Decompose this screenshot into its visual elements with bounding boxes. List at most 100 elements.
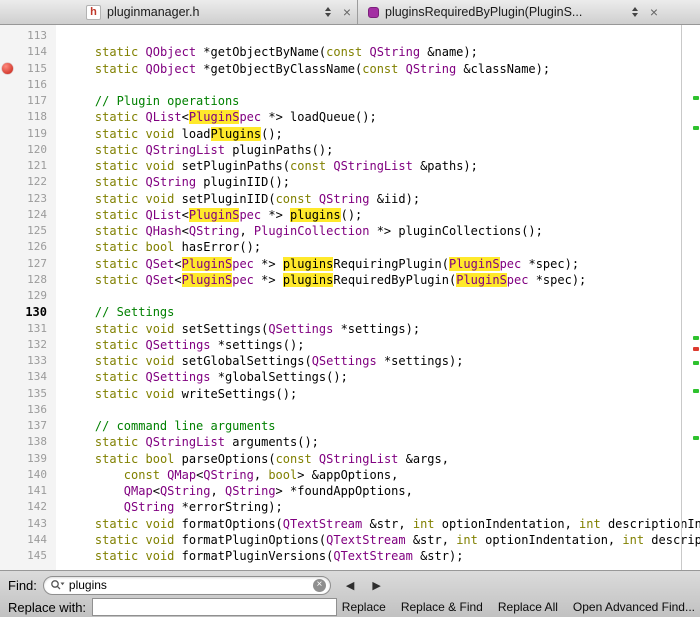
- line-number: 142: [0, 499, 56, 515]
- code-editor[interactable]: 113114 static QObject *getObjectByName(c…: [0, 25, 700, 570]
- find-label: Find:: [8, 578, 37, 593]
- find-field-wrap[interactable]: ×: [43, 576, 331, 595]
- code-line[interactable]: 119 static void loadPlugins();: [0, 126, 700, 142]
- find-buttons: Replace Replace & Find Replace All Open …: [342, 600, 700, 614]
- code-text: static QObject *getObjectByName(const QS…: [56, 44, 478, 60]
- code-line[interactable]: 118 static QList<PluginSpec *> loadQueue…: [0, 109, 700, 125]
- close-icon[interactable]: ×: [337, 5, 357, 19]
- line-number: 144: [0, 532, 56, 548]
- tab-current-symbol[interactable]: pluginsRequiredByPlugin(PluginS... ×: [358, 0, 700, 24]
- line-number: 137: [0, 418, 56, 434]
- tab-pluginmanager-h[interactable]: h pluginmanager.h ×: [0, 0, 358, 24]
- line-number: 124: [0, 207, 56, 223]
- code-text: [56, 28, 66, 44]
- editor-window: h pluginmanager.h × pluginsRequiredByPlu…: [0, 0, 700, 617]
- code-line[interactable]: 117 // Plugin operations: [0, 93, 700, 109]
- overview-ruler[interactable]: [681, 25, 700, 570]
- code-line[interactable]: 114 static QObject *getObjectByName(cons…: [0, 44, 700, 60]
- code-line[interactable]: 138 static QStringList arguments();: [0, 434, 700, 450]
- code-line[interactable]: 133 static void setGlobalSettings(QSetti…: [0, 353, 700, 369]
- line-number: 138: [0, 434, 56, 450]
- code-text: static QStringList arguments();: [56, 434, 319, 450]
- code-line[interactable]: 125 static QHash<QString, PluginCollecti…: [0, 223, 700, 239]
- code-line[interactable]: 142 QString *errorString);: [0, 499, 700, 515]
- code-line[interactable]: 134 static QSettings *globalSettings();: [0, 369, 700, 385]
- code-line[interactable]: 122 static QString pluginIID();: [0, 174, 700, 190]
- search-icon[interactable]: [50, 579, 65, 591]
- open-advanced-find-button[interactable]: Open Advanced Find...: [573, 600, 695, 614]
- close-icon[interactable]: ×: [644, 5, 664, 19]
- line-number: 120: [0, 142, 56, 158]
- code-line[interactable]: 120 static QStringList pluginPaths();: [0, 142, 700, 158]
- search-result-mark: [693, 96, 699, 100]
- line-number: 131: [0, 321, 56, 337]
- code-line[interactable]: 136: [0, 402, 700, 418]
- code-line[interactable]: 121 static void setPluginPaths(const QSt…: [0, 158, 700, 174]
- line-number: 125: [0, 223, 56, 239]
- line-number: 128: [0, 272, 56, 288]
- code-line[interactable]: 130 // Settings: [0, 304, 700, 320]
- code-text: static bool hasError();: [56, 239, 261, 255]
- code-text: static QString pluginIID();: [56, 174, 290, 190]
- search-result-mark: [693, 389, 699, 393]
- line-number: 133: [0, 353, 56, 369]
- code-text: [56, 288, 66, 304]
- code-text: static void loadPlugins();: [56, 126, 283, 142]
- line-number: 119: [0, 126, 56, 142]
- code-line[interactable]: 126 static bool hasError();: [0, 239, 700, 255]
- find-previous-button[interactable]: ◀: [337, 579, 363, 592]
- replace-and-find-button[interactable]: Replace & Find: [401, 600, 483, 614]
- line-number: 130: [0, 304, 56, 320]
- line-number: 134: [0, 369, 56, 385]
- replace-input[interactable]: [92, 598, 337, 616]
- code-text: static QSettings *settings();: [56, 337, 304, 353]
- line-number: 143: [0, 516, 56, 532]
- line-number: 123: [0, 191, 56, 207]
- code-text: static QObject *getObjectByClassName(con…: [56, 61, 550, 77]
- header-file-icon: h: [86, 5, 101, 20]
- clear-search-icon[interactable]: ×: [313, 579, 326, 592]
- code-line[interactable]: 113: [0, 28, 700, 44]
- code-line[interactable]: 116: [0, 77, 700, 93]
- code-line[interactable]: 135 static void writeSettings();: [0, 386, 700, 402]
- code-text: static QSet<PluginSpec *> pluginsRequiri…: [56, 256, 579, 272]
- replace-all-button[interactable]: Replace All: [498, 600, 558, 614]
- code-line[interactable]: 115 static QObject *getObjectByClassName…: [0, 61, 700, 77]
- function-symbol-icon: [368, 7, 379, 18]
- symbol-dropdown-icon[interactable]: [626, 7, 644, 17]
- find-next-button[interactable]: ▶: [363, 579, 389, 592]
- code-area: 113114 static QObject *getObjectByName(c…: [0, 28, 700, 564]
- search-result-mark: [693, 126, 699, 130]
- code-line[interactable]: 145 static void formatPluginVersions(QTe…: [0, 548, 700, 564]
- code-text: static void formatPluginOptions(QTextStr…: [56, 532, 700, 548]
- code-text: [56, 77, 66, 93]
- code-line[interactable]: 137 // command line arguments: [0, 418, 700, 434]
- search-result-mark: [693, 361, 699, 365]
- code-line[interactable]: 143 static void formatOptions(QTextStrea…: [0, 516, 700, 532]
- code-line[interactable]: 139 static bool parseOptions(const QStri…: [0, 451, 700, 467]
- line-number: 126: [0, 239, 56, 255]
- line-number: 129: [0, 288, 56, 304]
- line-number: 140: [0, 467, 56, 483]
- document-dropdown-icon[interactable]: [319, 7, 337, 17]
- replace-button[interactable]: Replace: [342, 600, 386, 614]
- code-line[interactable]: 144 static void formatPluginOptions(QTex…: [0, 532, 700, 548]
- code-line[interactable]: 140 const QMap<QString, bool> &appOption…: [0, 467, 700, 483]
- code-line[interactable]: 127 static QSet<PluginSpec *> pluginsReq…: [0, 256, 700, 272]
- find-input[interactable]: [69, 578, 310, 592]
- code-line[interactable]: 123 static void setPluginIID(const QStri…: [0, 191, 700, 207]
- code-line[interactable]: 128 static QSet<PluginSpec *> pluginsReq…: [0, 272, 700, 288]
- line-number: 132: [0, 337, 56, 353]
- code-line[interactable]: 131 static void setSettings(QSettings *s…: [0, 321, 700, 337]
- code-line[interactable]: 141 QMap<QString, QString> *foundAppOpti…: [0, 483, 700, 499]
- line-number: 114: [0, 44, 56, 60]
- code-line[interactable]: 129: [0, 288, 700, 304]
- search-result-mark: [693, 436, 699, 440]
- code-line[interactable]: 124 static QList<PluginSpec *> plugins()…: [0, 207, 700, 223]
- code-text: static void formatOptions(QTextStream &s…: [56, 516, 700, 532]
- code-line[interactable]: 132 static QSettings *settings();: [0, 337, 700, 353]
- code-text: QMap<QString, QString> *foundAppOptions,: [56, 483, 413, 499]
- code-text: // command line arguments: [56, 418, 276, 434]
- find-toolbar: Find: × ◀ ▶ Replace with: Replace Replac…: [0, 570, 700, 617]
- code-text: [56, 402, 66, 418]
